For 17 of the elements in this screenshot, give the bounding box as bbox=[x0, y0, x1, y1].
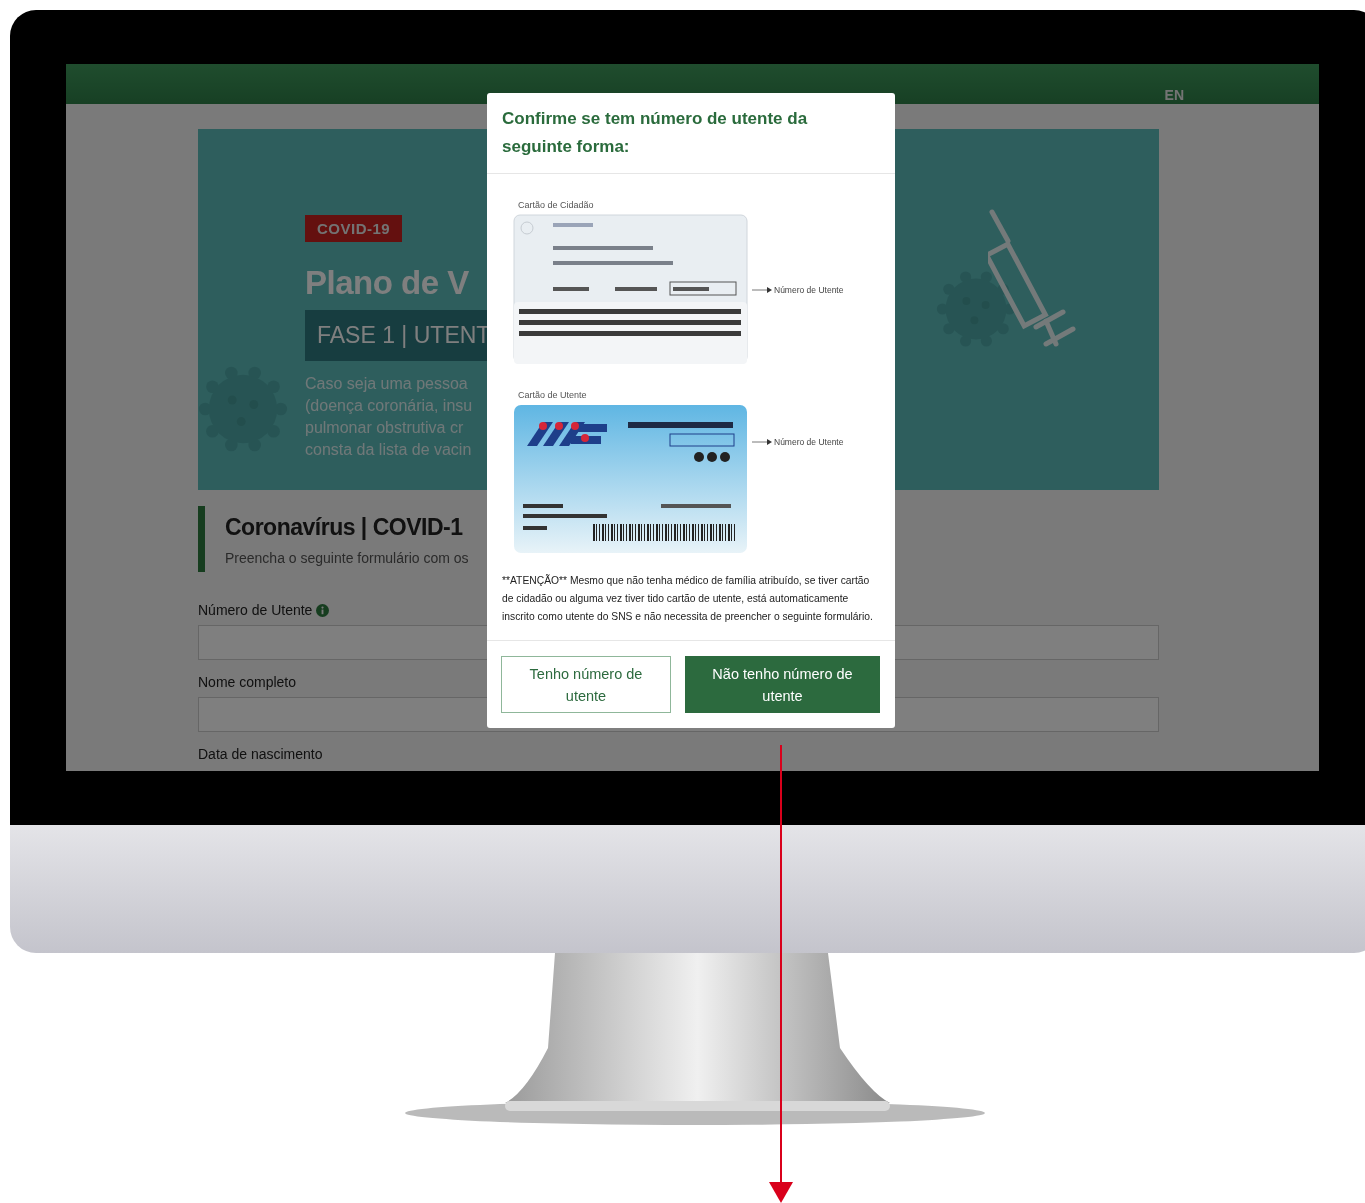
callout-label: Número de Utente bbox=[774, 437, 844, 447]
card-caption: Cartão de Cidadão bbox=[518, 200, 595, 210]
dialog-title: Confirme se tem número de utente da seguinte forma: bbox=[502, 108, 809, 158]
card-caption: Cartão de Utente bbox=[518, 390, 588, 400]
hero-title: Plano de V bbox=[305, 264, 469, 302]
hero-text: Caso seja uma pessoa bbox=[305, 374, 468, 394]
notice-text: **ATENÇÃO** Mesmo que não tenha médico de família atribuído, se tiver cartão de cidadão ou alguma vez tiver tido cartão de utente, está automaticamente inscrito como utente do SNS e não necessita de preencher o seguinte formulário. bbox=[502, 573, 874, 624]
form-title: Coronavírus | COVID-1 bbox=[225, 514, 463, 541]
callout-label: Número de Utente bbox=[774, 285, 844, 295]
hero-text: consta da lista de vacin bbox=[305, 440, 472, 460]
field-label: Data de nascimento bbox=[198, 746, 323, 762]
hero-text: pulmonar obstrutiva cr bbox=[305, 418, 464, 438]
covid-badge: COVID-19 bbox=[305, 215, 403, 242]
field-label: Nome completo bbox=[198, 674, 297, 690]
form-subtitle: Preencha o seguinte formulário com os bbox=[225, 550, 469, 566]
field-label: Número de Utente bbox=[198, 602, 313, 618]
hero-text: (doença coronária, insu bbox=[305, 396, 473, 416]
